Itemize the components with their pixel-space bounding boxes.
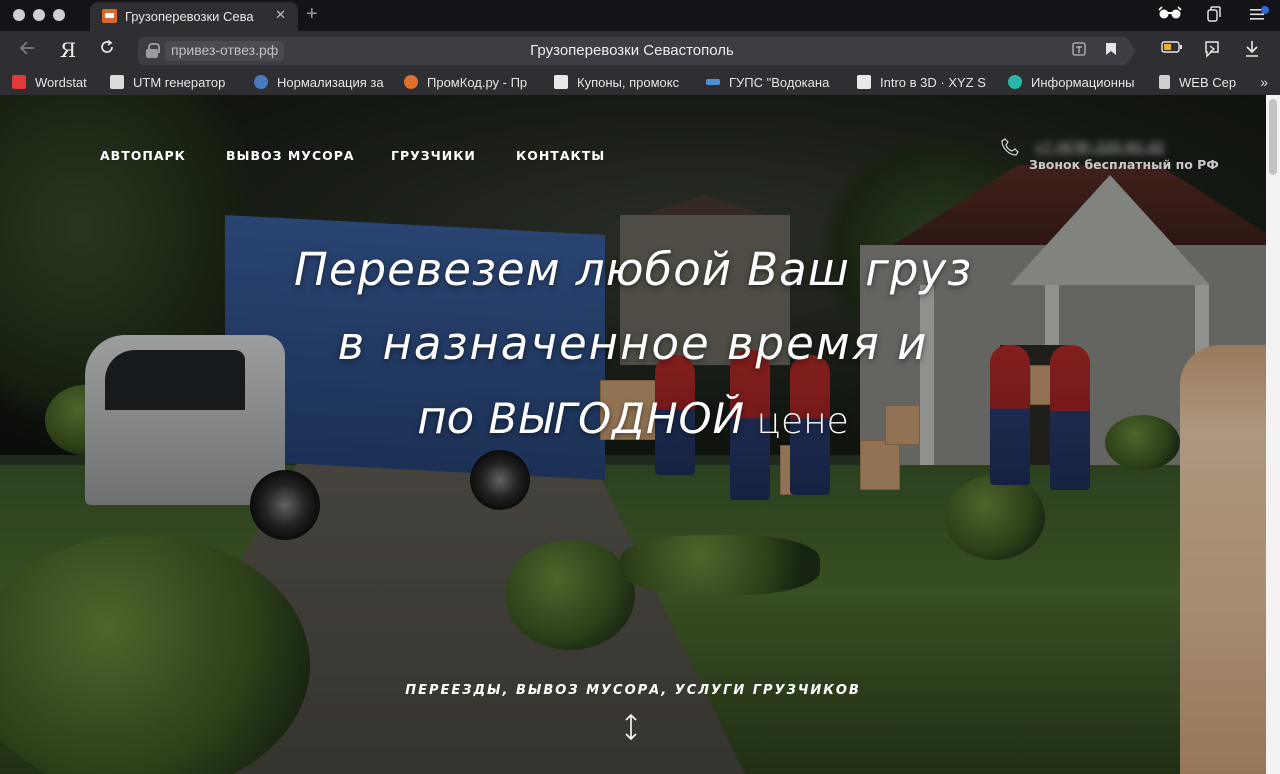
yandex-button[interactable]: Я — [60, 38, 76, 62]
bookmark-coupons[interactable]: Купоны, промокс — [554, 75, 688, 93]
reload-icon[interactable] — [99, 39, 115, 60]
bookmark-icon[interactable] — [1105, 42, 1117, 59]
vertical-scrollbar[interactable] — [1266, 95, 1280, 774]
bookmark-promkod[interactable]: ПромКод.ру - Пр — [404, 75, 538, 93]
python-icon — [254, 75, 268, 89]
water-icon — [706, 79, 720, 85]
tabs-copy-icon[interactable] — [1207, 6, 1221, 25]
incognito-glasses-icon[interactable] — [1158, 6, 1182, 23]
address-bar[interactable]: привез-отвез.рф Грузоперевозки Севастопо… — [138, 37, 1136, 65]
close-window-button[interactable] — [13, 9, 25, 21]
translate-icon[interactable] — [1072, 42, 1086, 59]
bookmarks-bar: Wordstat UTM генератор Нормализация за П… — [0, 71, 1280, 95]
new-tab-button[interactable]: + — [306, 3, 318, 26]
battery-saver-icon[interactable] — [1161, 40, 1183, 58]
utm-icon — [110, 75, 124, 89]
address-page-title: Грузоперевозки Севастополь — [530, 42, 734, 59]
scrollbar-thumb[interactable] — [1269, 99, 1277, 175]
back-arrow-icon[interactable] — [18, 40, 36, 61]
services-tagline: ПЕРЕЕЗДЫ, ВЫВОЗ МУСОРА, УСЛУГИ ГРУЗЧИКОВ — [405, 683, 861, 698]
phone-free-call-note: Звонок бесплатный по РФ — [1029, 157, 1219, 172]
bookmark-info[interactable]: Информационны — [1008, 75, 1142, 93]
nav-link-garbage-removal[interactable]: ВЫВОЗ МУСОРА — [226, 148, 355, 163]
tab-close-icon[interactable]: ✕ — [275, 7, 286, 23]
bookmark-utm[interactable]: UTM генератор — [110, 75, 242, 93]
tab-title: Грузоперевозки Сева — [125, 9, 254, 24]
wordstat-icon — [12, 75, 26, 89]
page-icon — [1159, 75, 1170, 89]
bookmark-normalization[interactable]: Нормализация за — [254, 75, 386, 93]
nav-link-movers[interactable]: ГРУЗЧИКИ — [391, 148, 476, 163]
tab-bar: Грузоперевозки Сева ✕ + — [0, 0, 1280, 31]
hero-line-2: в назначенное время и — [337, 317, 929, 370]
promkod-icon — [404, 75, 418, 89]
maximize-window-button[interactable] — [53, 9, 65, 21]
bookmarks-more-icon[interactable]: » — [1260, 74, 1268, 90]
truck-favicon-icon — [102, 9, 117, 23]
phone-number-link[interactable]: +7 (978) 220-92-32 — [1035, 139, 1165, 154]
nav-link-contacts[interactable]: КОНТАКТЫ — [516, 148, 605, 163]
bookmark-web[interactable]: WEB Сер — [1159, 75, 1243, 93]
bookmark-vodokanal[interactable]: ГУПС "Водокана — [706, 75, 840, 93]
hero-line-3: по ВЫГОДНОЙ цене — [417, 391, 849, 444]
download-icon[interactable] — [1244, 40, 1260, 63]
bookmark-wordstat[interactable]: Wordstat — [12, 75, 98, 93]
hero-highlight-word: ВЫГОДНОЙ — [488, 394, 745, 443]
active-tab[interactable]: Грузоперевозки Сева ✕ — [90, 2, 298, 31]
doc-icon — [554, 75, 568, 89]
xyz-icon — [857, 75, 871, 89]
phone-icon — [1000, 137, 1020, 157]
extension-chat-icon[interactable] — [1203, 40, 1221, 63]
info-icon — [1008, 75, 1022, 89]
menu-icon[interactable] — [1250, 6, 1270, 25]
hero-line-1: Перевезем любой Ваш груз — [293, 243, 973, 296]
minimize-window-button[interactable] — [33, 9, 45, 21]
page-viewport: АВТОПАРК ВЫВОЗ МУСОРА ГРУЗЧИКИ КОНТАКТЫ … — [0, 95, 1266, 774]
browser-toolbar: Я привез-отвез.рф Грузоперевозки Севасто… — [0, 31, 1280, 71]
bookmark-xyz[interactable]: Intro в 3D · XYZ S — [857, 75, 991, 93]
nav-link-fleet[interactable]: АВТОПАРК — [100, 148, 186, 163]
scroll-down-arrow-icon[interactable] — [621, 712, 641, 742]
